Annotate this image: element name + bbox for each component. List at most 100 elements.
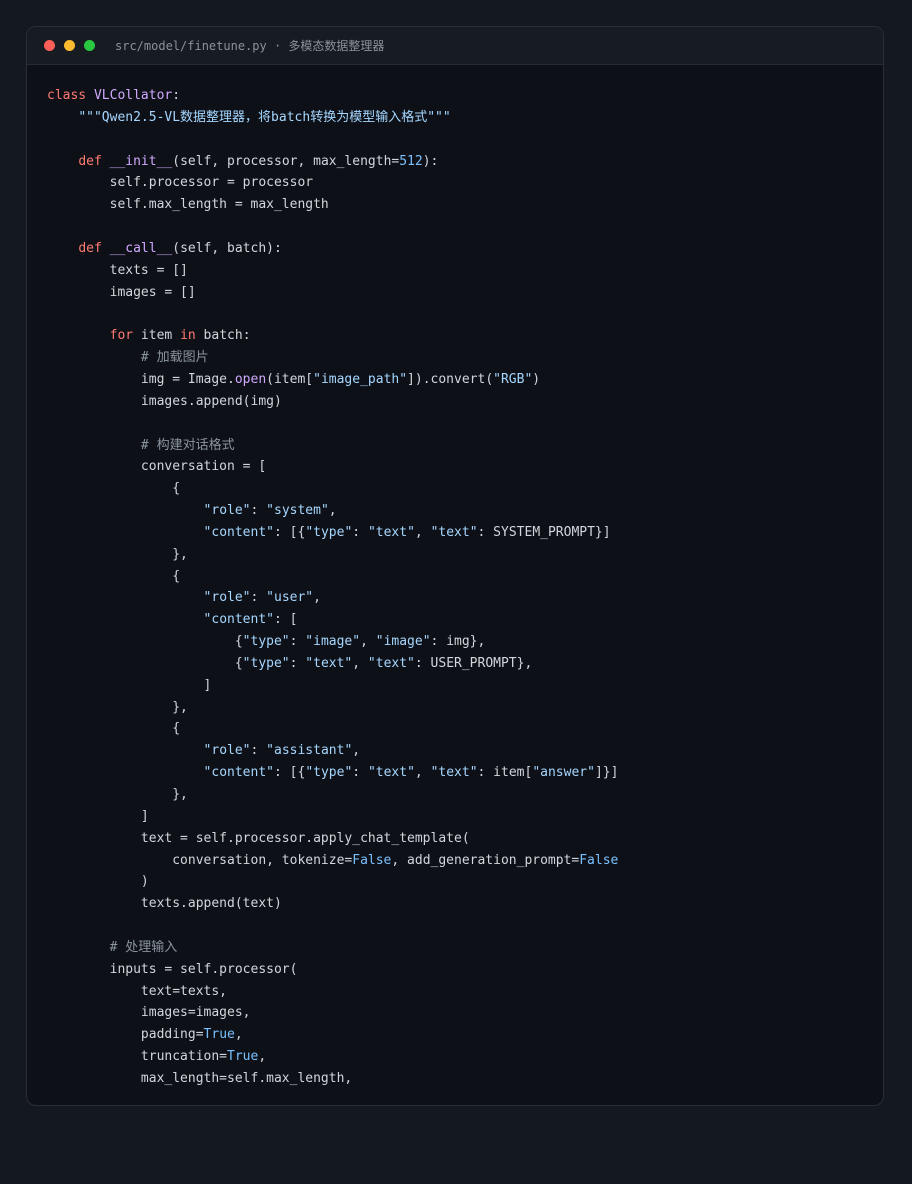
minimize-dot-icon[interactable]: [64, 40, 75, 51]
code-token: for: [109, 328, 134, 344]
code-line: texts.append(text): [47, 893, 883, 915]
code-token: True: [227, 1049, 259, 1065]
code-line: },: [47, 697, 883, 719]
code-token: :: [289, 655, 306, 671]
code-token: "content": [203, 524, 274, 540]
code-line: conversation, tokenize=False, add_genera…: [47, 850, 883, 872]
code-token: {: [47, 721, 181, 737]
code-token: 512: [399, 153, 423, 169]
code-line: "content": [: [47, 609, 883, 631]
code-token: False: [352, 852, 392, 868]
code-token: def: [78, 153, 110, 169]
code-token: ): [532, 371, 541, 387]
code-token: truncation=: [47, 1049, 228, 1065]
code-token: images=images,: [47, 1005, 251, 1021]
code-token: "text": [367, 655, 415, 671]
code-token: : img},: [430, 634, 486, 650]
code-line: self.processor = processor: [47, 172, 883, 194]
code-token: True: [203, 1027, 235, 1043]
code-line: # 加载图片: [47, 347, 883, 369]
code-token: ,: [313, 590, 321, 606]
code-token: "answer": [532, 765, 595, 781]
code-token: texts.append(text): [47, 896, 282, 912]
code-line: padding=True,: [47, 1024, 883, 1046]
code-token: ,: [414, 524, 431, 540]
code-token: "text": [430, 765, 478, 781]
code-token: images.append(img): [47, 393, 282, 409]
code-token: padding=: [47, 1027, 204, 1043]
code-line: images.append(img): [47, 391, 883, 413]
code-token: text=texts,: [47, 983, 228, 999]
code-token: def: [78, 240, 110, 256]
code-token: },: [47, 546, 188, 562]
code-token: "image": [375, 634, 431, 650]
code-token: "text": [367, 524, 415, 540]
code-token: "role": [203, 503, 251, 519]
code-line: {: [47, 478, 883, 500]
code-token: "role": [203, 590, 251, 606]
code-token: text = self.processor.apply_chat_templat…: [47, 830, 470, 846]
code-token: ]).convert(: [407, 371, 494, 387]
code-token: "system": [266, 503, 329, 519]
code-token: "content": [203, 765, 274, 781]
code-token: "RGB": [493, 371, 533, 387]
code-token: (item[: [266, 371, 314, 387]
code-line: text=texts,: [47, 981, 883, 1003]
code-token: ]: [47, 808, 149, 824]
code-line: "role": "system",: [47, 500, 883, 522]
code-token: },: [47, 699, 188, 715]
code-token: : [: [274, 612, 298, 628]
code-token: :: [352, 524, 368, 540]
code-token: ,: [352, 743, 361, 759]
code-line: {"type": "image", "image": img},: [47, 631, 883, 653]
code-token: # 处理输入: [109, 939, 178, 955]
code-line: ]: [47, 675, 883, 697]
code-token: :: [289, 634, 306, 650]
code-token: :: [250, 743, 267, 759]
code-line: inputs = self.processor(: [47, 959, 883, 981]
code-line: img = Image.open(item["image_path"]).con…: [47, 369, 883, 391]
code-token: ]: [47, 677, 212, 693]
code-token: },: [47, 787, 188, 802]
code-token: # 加载图片: [140, 350, 209, 366]
code-token: "type": [242, 655, 290, 671]
code-token: "type": [305, 765, 353, 781]
code-line: text = self.processor.apply_chat_templat…: [47, 828, 883, 850]
maximize-dot-icon[interactable]: [84, 40, 95, 51]
code-line: conversation = [: [47, 456, 883, 478]
code-window: src/model/finetune.py · 多模态数据整理器 class V…: [26, 26, 884, 1106]
code-token: False: [579, 852, 619, 868]
code-token: inputs = self.processor(: [47, 961, 298, 977]
close-dot-icon[interactable]: [44, 40, 55, 51]
code-line: for item in batch:: [47, 325, 883, 347]
code-token: : SYSTEM_PROMPT}]: [477, 524, 611, 540]
code-token: {: [47, 481, 181, 497]
code-token: :: [250, 590, 267, 606]
code-line: images=images,: [47, 1002, 883, 1024]
code-line: # 构建对话格式: [47, 435, 883, 457]
code-block[interactable]: class VLCollator: """Qwen2.5-VL数据整理器，将ba…: [27, 65, 883, 1090]
code-token: __call__: [109, 240, 173, 256]
code-line: {: [47, 566, 883, 588]
code-token: "type": [242, 634, 290, 650]
code-token: ,: [352, 655, 368, 671]
code-line: images = []: [47, 282, 883, 304]
code-token: images = []: [47, 284, 196, 300]
code-line: "content": [{"type": "text", "text": SYS…: [47, 522, 883, 544]
code-token: # 构建对话格式: [140, 437, 235, 453]
code-token: max_length=self.max_length,: [47, 1070, 353, 1086]
code-token: VLCollator: [93, 88, 173, 103]
code-line: },: [47, 544, 883, 566]
code-token: conversation = [: [47, 459, 267, 475]
code-token: {: [47, 634, 243, 650]
code-token: :: [250, 503, 267, 519]
